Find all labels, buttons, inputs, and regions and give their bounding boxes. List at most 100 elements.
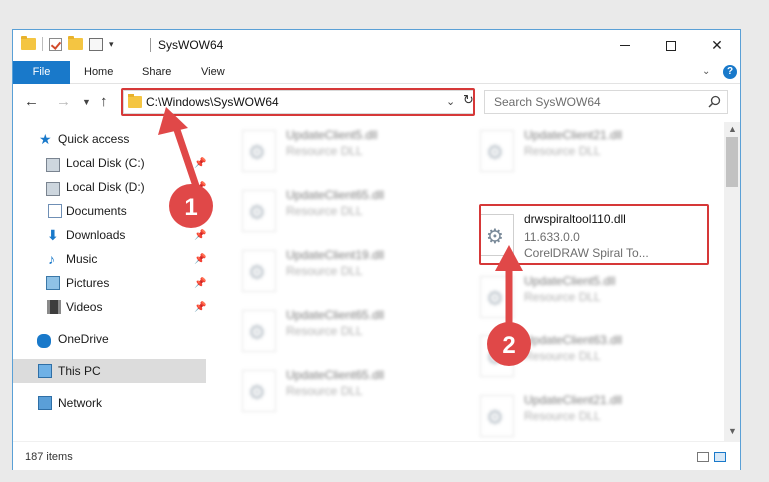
file-name: UpdateClient65.dll (286, 188, 385, 202)
dll-file-icon (480, 276, 514, 318)
pin-icon[interactable]: 📌 (194, 182, 206, 193)
drive-icon (46, 157, 60, 172)
sidebar-item-label: Network (58, 396, 103, 410)
file-item[interactable]: UpdateClient63.dll Resource DLL (472, 329, 692, 383)
music-icon: ♪ (48, 251, 55, 267)
file-name: UpdateClient65.dll (286, 368, 385, 382)
expand-ribbon-icon[interactable]: ⌄ (702, 66, 710, 77)
file-type: Resource DLL (524, 144, 601, 158)
forward-arrow-icon[interactable]: → (56, 93, 71, 110)
sidebar-item-documents[interactable]: Documents 📌 (13, 199, 206, 223)
recent-locations-icon[interactable]: ▼ (82, 97, 91, 107)
pin-icon[interactable]: 📌 (194, 206, 206, 217)
help-icon[interactable]: ? (723, 65, 737, 79)
sidebar-item-network[interactable]: Network (13, 391, 206, 415)
back-arrow-icon[interactable]: ← (24, 93, 39, 110)
minimize-icon (620, 45, 630, 46)
sidebar-item-downloads[interactable]: ⬇ Downloads 📌 (13, 223, 206, 247)
file-type: Resource DLL (286, 324, 363, 338)
file-name: UpdateClient5.dll (286, 128, 378, 142)
drive-icon (46, 181, 60, 196)
pictures-icon (46, 276, 60, 290)
network-icon (38, 396, 52, 410)
item-count: 187 items (25, 451, 73, 463)
file-type: Resource DLL (286, 204, 363, 218)
sidebar-item-music[interactable]: ♪ Music 📌 (13, 247, 206, 271)
maximize-button[interactable] (648, 30, 694, 61)
sidebar-item-label: Videos (66, 300, 103, 314)
tab-share[interactable]: Share (142, 61, 171, 84)
pin-icon[interactable]: 📌 (194, 230, 206, 241)
vertical-scrollbar[interactable]: ▲ ▼ (724, 122, 740, 441)
star-icon: ★ (39, 131, 52, 147)
maximize-icon (666, 40, 676, 51)
chevron-down-icon[interactable]: ▾ (109, 39, 114, 50)
window-title: SysWOW64 (158, 38, 224, 52)
folder-icon (21, 36, 36, 50)
sidebar-item-label: Downloads (66, 228, 126, 242)
scroll-up-icon[interactable]: ▲ (728, 124, 737, 134)
pin-icon[interactable]: 📌 (194, 254, 206, 265)
pin-icon[interactable]: 📌 (194, 302, 206, 313)
tab-file[interactable]: File (13, 61, 70, 84)
scroll-thumb[interactable] (726, 137, 738, 187)
sidebar-item-label: Pictures (66, 276, 110, 290)
pin-icon[interactable]: 📌 (194, 278, 206, 289)
sidebar-item-label: Documents (66, 204, 127, 218)
search-input[interactable]: Search SysWOW64 (484, 90, 728, 114)
tab-view[interactable]: View (201, 61, 225, 84)
sidebar-item-local-disk-c[interactable]: Local Disk (C:) 📌 (13, 151, 206, 175)
tab-home[interactable]: Home (84, 61, 113, 84)
file-item[interactable]: UpdateClient19.dll Resource DLL (234, 244, 454, 298)
file-item[interactable]: UpdateClient5.dll Resource DLL (234, 124, 454, 178)
new-folder-icon[interactable] (68, 36, 83, 50)
dll-file-icon (242, 250, 276, 292)
dll-file-icon (242, 310, 276, 352)
ribbon-tabs: File Home Share View ⌄ ? (13, 61, 740, 84)
toolbar-divider (42, 37, 43, 51)
dll-file-icon (242, 370, 276, 412)
sidebar-item-label: This PC (58, 364, 101, 378)
customize-icon[interactable] (89, 37, 103, 51)
file-name: UpdateClient65.dll (286, 308, 385, 322)
navigation-pane: ★ Quick access Local Disk (C:) 📌 Local D… (13, 122, 206, 441)
file-type: Resource DLL (286, 144, 363, 158)
file-name: UpdateClient63.dll (524, 333, 623, 347)
close-button[interactable]: ✕ (694, 30, 740, 61)
file-name: UpdateClient19.dll (286, 248, 385, 262)
file-item[interactable]: UpdateClient65.dll Resource DLL (234, 184, 454, 238)
details-view-icon[interactable] (697, 452, 709, 462)
file-item[interactable]: UpdateClient21.dll Resource DLL (472, 389, 692, 441)
file-name: UpdateClient21.dll (524, 393, 623, 407)
dll-file-icon (480, 130, 514, 172)
sidebar-item-pictures[interactable]: Pictures 📌 (13, 271, 206, 295)
sidebar-item-label: Local Disk (C:) (66, 156, 145, 170)
sidebar-item-onedrive[interactable]: OneDrive (13, 327, 206, 351)
this-pc-icon (38, 364, 52, 378)
search-placeholder: Search SysWOW64 (494, 95, 601, 109)
search-icon[interactable] (708, 95, 721, 108)
sidebar-item-videos[interactable]: Videos 📌 (13, 295, 206, 319)
minimize-button[interactable] (602, 30, 648, 61)
dll-file-icon (242, 190, 276, 232)
sidebar-item-quick-access[interactable]: ★ Quick access (13, 127, 206, 151)
sidebar-item-this-pc[interactable]: This PC (13, 359, 206, 383)
sidebar-item-label: Music (66, 252, 98, 266)
scroll-down-icon[interactable]: ▼ (728, 426, 737, 436)
file-item[interactable]: UpdateClient65.dll Resource DLL (234, 364, 454, 418)
file-item[interactable]: UpdateClient5.dll Resource DLL (472, 270, 692, 324)
large-icons-view-icon[interactable] (714, 452, 726, 462)
file-type: Resource DLL (286, 384, 363, 398)
pin-icon[interactable]: 📌 (194, 158, 206, 169)
file-list: UpdateClient5.dll Resource DLL UpdateCli… (206, 122, 724, 441)
up-arrow-icon[interactable]: ↑ (100, 93, 108, 110)
file-item[interactable]: UpdateClient65.dll Resource DLL (234, 304, 454, 358)
properties-check-icon[interactable] (49, 37, 62, 51)
file-highlight-box (479, 204, 709, 265)
sidebar-item-local-disk-d[interactable]: Local Disk (D:) 📌 (13, 175, 206, 199)
dll-file-icon (480, 335, 514, 377)
file-item[interactable]: UpdateClient21.dll Resource DLL (472, 124, 692, 178)
onedrive-icon (37, 334, 51, 348)
title-bar: ▾ SysWOW64 ✕ (13, 30, 740, 61)
documents-icon (48, 204, 62, 218)
